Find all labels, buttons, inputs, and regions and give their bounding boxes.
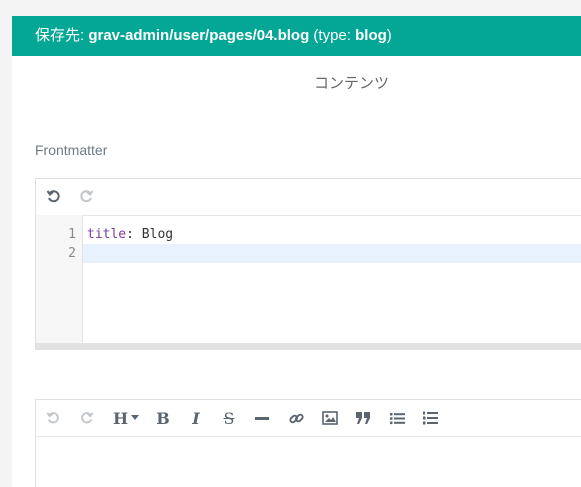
markdown-editor[interactable]: H B I S	[35, 399, 581, 487]
strike-label: S	[223, 408, 235, 428]
redo-icon[interactable]	[71, 400, 101, 436]
header-type-close: )	[386, 27, 392, 44]
bold-label: B	[156, 408, 170, 428]
unordered-list-icon[interactable]	[382, 400, 412, 436]
italic-label: I	[192, 408, 200, 428]
frontmatter-toolbar	[36, 179, 581, 216]
header-type-value: blog	[355, 27, 387, 44]
image-icon[interactable]	[315, 400, 345, 436]
code-line-active[interactable]	[83, 244, 581, 263]
yaml-value: Blog	[141, 227, 174, 242]
horizontal-rule-icon[interactable]	[247, 400, 277, 436]
bold-icon[interactable]: B	[148, 400, 178, 436]
header-prefix: 保存先:	[35, 27, 89, 44]
caret-down-icon	[131, 415, 140, 420]
italic-icon[interactable]: I	[181, 400, 211, 436]
content-panel: コンテンツ Frontmatter 1 2 title: Blog H B I …	[12, 56, 581, 487]
redo-icon[interactable]	[72, 179, 100, 215]
ordered-list-icon[interactable]	[415, 400, 445, 436]
undo-icon[interactable]	[38, 400, 68, 436]
page: 保存先: grav-admin/user/pages/04.blog (type…	[0, 0, 581, 487]
tab-content[interactable]: コンテンツ	[314, 72, 389, 93]
header-path: grav-admin/user/pages/04.blog	[88, 27, 310, 44]
code-area[interactable]: 1 2 title: Blog	[36, 215, 581, 345]
yaml-key: title	[87, 227, 127, 242]
code-line[interactable]: title: Blog	[83, 225, 581, 244]
line-gutter: 1 2	[36, 215, 83, 345]
horizontal-scrollbar[interactable]	[36, 343, 581, 349]
frontmatter-label: Frontmatter	[35, 142, 108, 158]
header-type-open: (type:	[309, 27, 356, 44]
line-number: 1	[68, 227, 76, 242]
strikethrough-icon[interactable]: S	[214, 400, 244, 436]
heading-icon[interactable]: H	[106, 400, 146, 436]
undo-icon[interactable]	[40, 179, 68, 215]
heading-label: H	[112, 408, 129, 428]
quote-icon[interactable]	[348, 400, 378, 436]
markdown-toolbar: H B I S	[36, 400, 581, 437]
frontmatter-editor[interactable]: 1 2 title: Blog	[35, 178, 581, 350]
link-icon[interactable]	[281, 400, 311, 436]
save-location-header: 保存先: grav-admin/user/pages/04.blog (type…	[12, 16, 581, 56]
line-number: 2	[68, 246, 76, 261]
yaml-separator: :	[126, 227, 142, 242]
